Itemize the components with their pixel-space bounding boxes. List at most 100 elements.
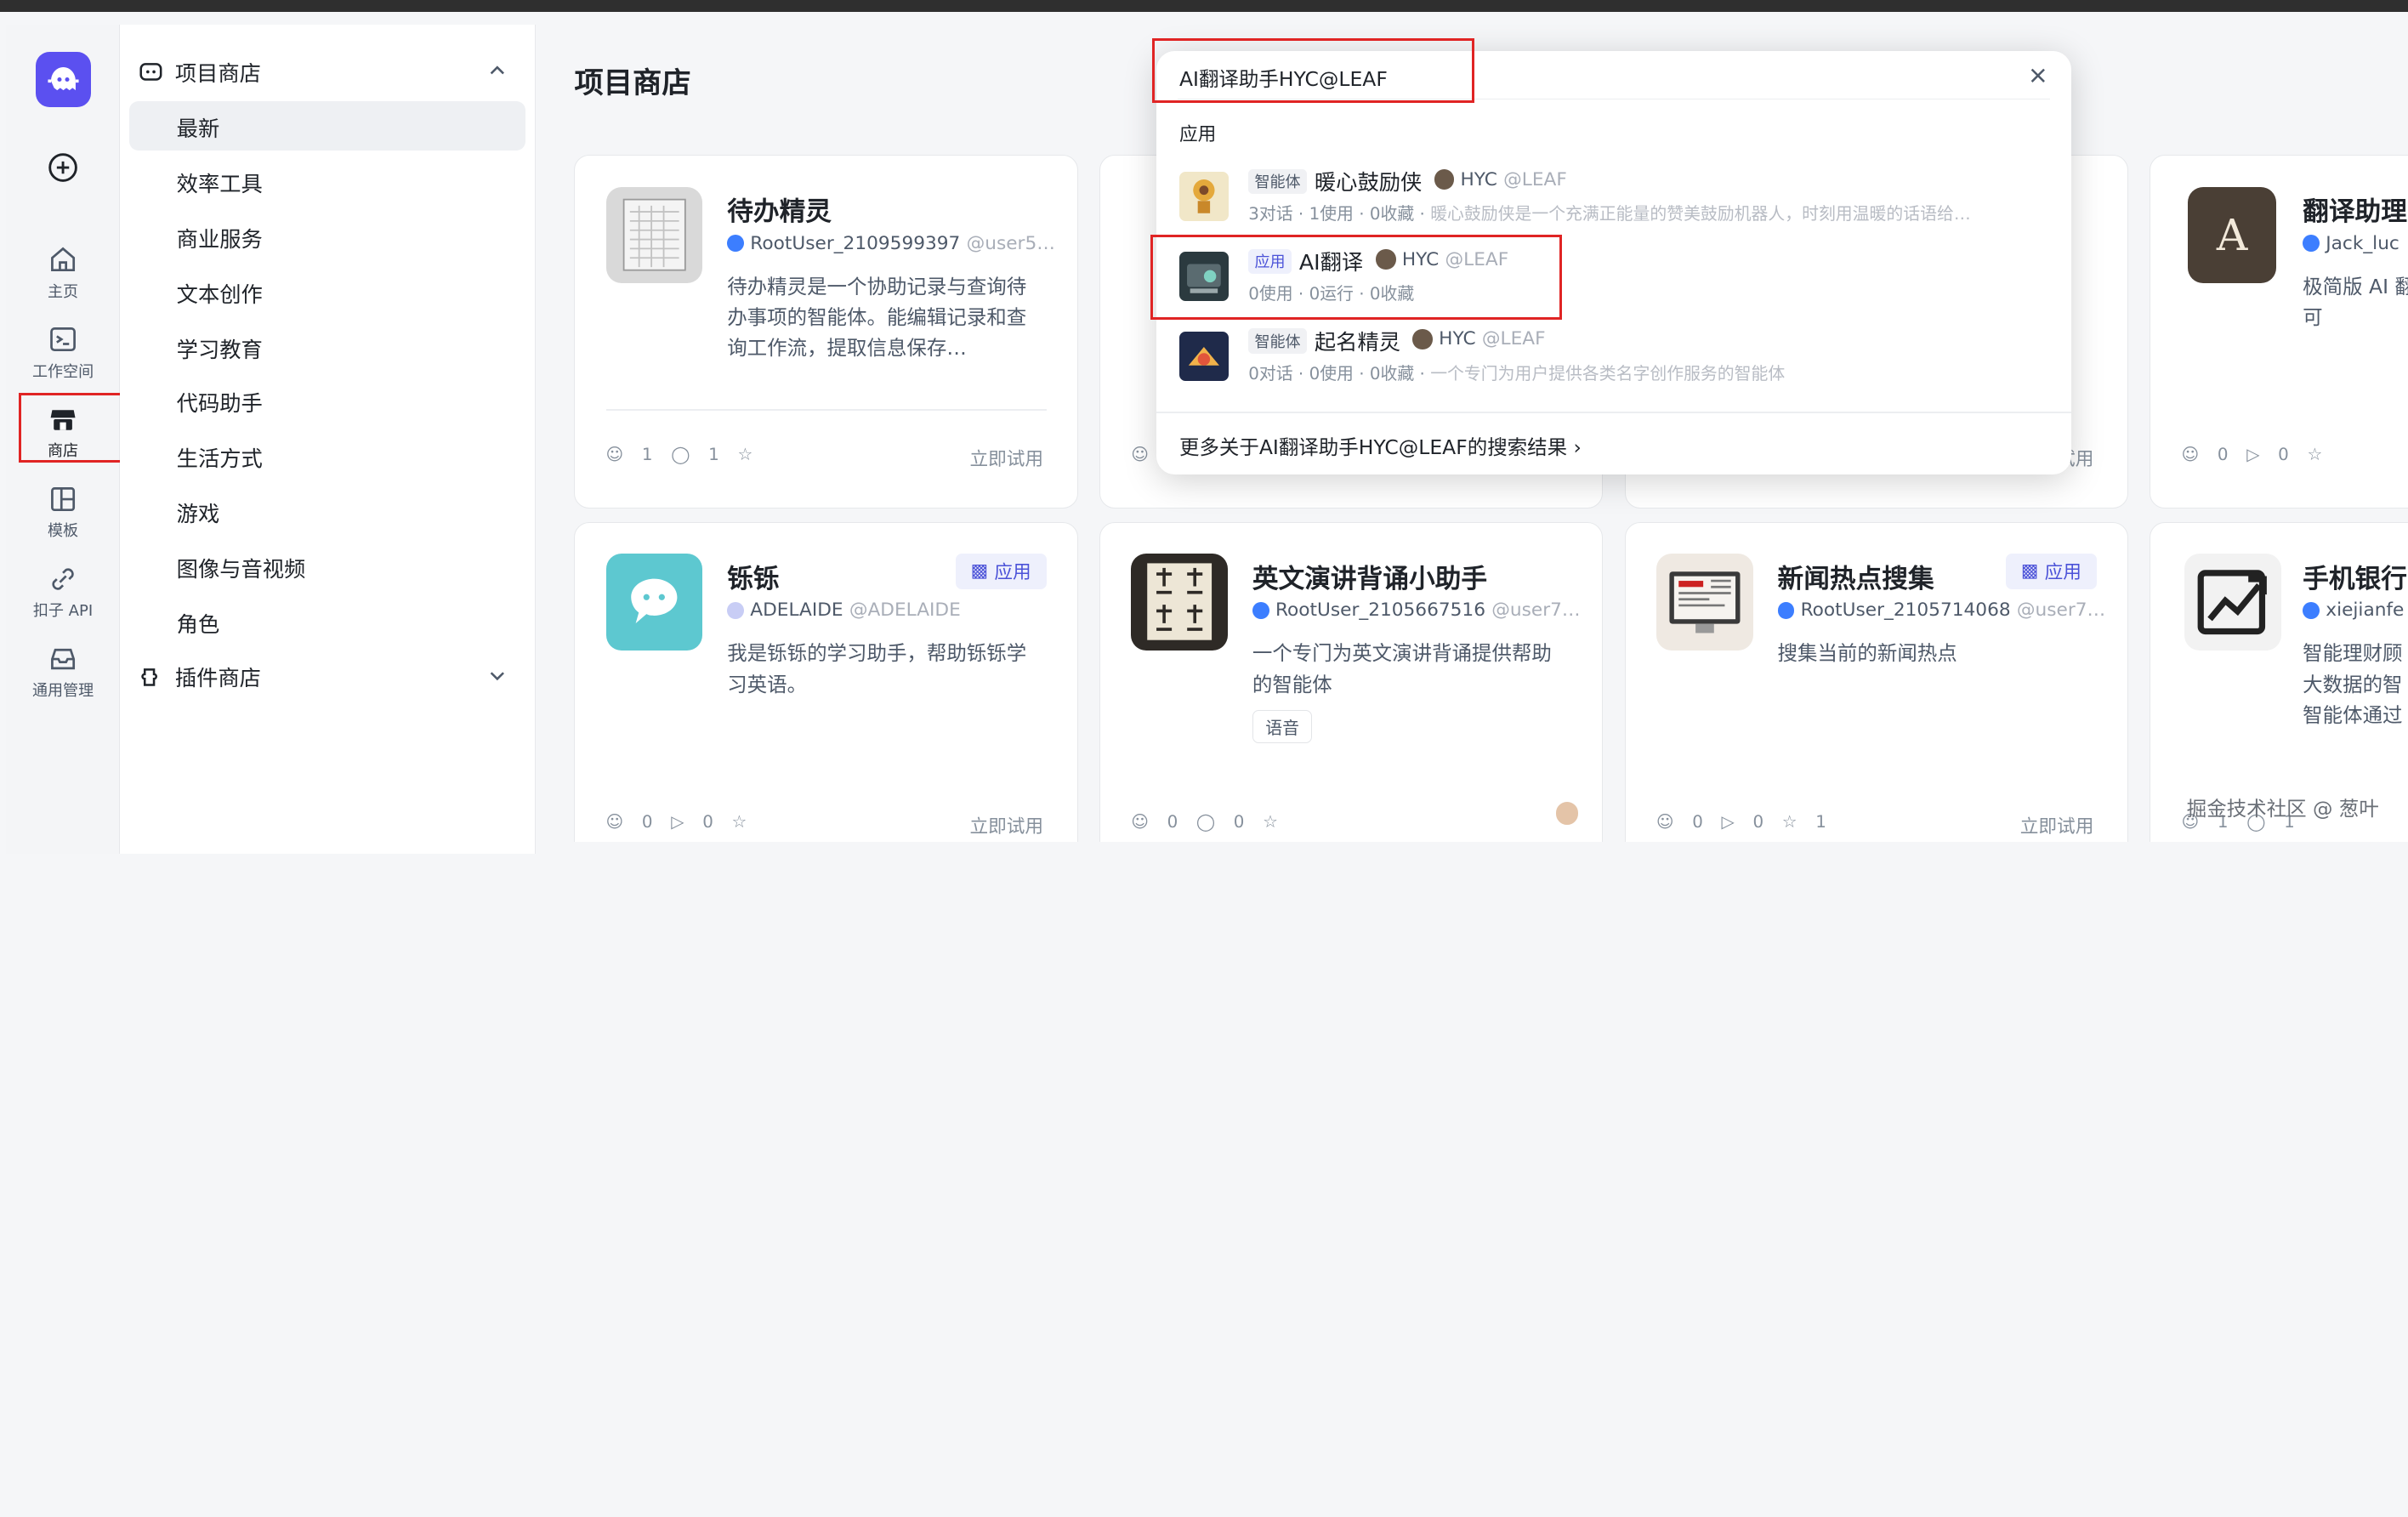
verified-icon — [1252, 601, 1269, 619]
try-button[interactable]: 立即试用 — [969, 445, 1043, 471]
star-icon[interactable]: ☆ — [737, 445, 752, 464]
card-author: RootUser_2109599397 @user5… — [727, 233, 1055, 254]
app-logo[interactable] — [35, 52, 91, 108]
nav-item-education[interactable]: 学习教育 — [177, 333, 263, 364]
link-icon — [52, 568, 74, 590]
users-icon: ☺ — [1131, 811, 1149, 832]
bot-icon — [139, 63, 162, 82]
card-author: xiejianfe — [2303, 599, 2404, 621]
card-name: 铄铄 — [727, 564, 780, 594]
app-badge: ▩ 应用 — [2005, 554, 2097, 589]
card-name: 翻译助理 — [2303, 197, 2407, 228]
rail-item-admin[interactable]: 通用管理 — [6, 644, 120, 711]
try-button[interactable]: 立即试用 — [969, 812, 1043, 838]
users-icon: ☺ — [1131, 444, 1149, 464]
section-label-apps: 应用 — [1178, 123, 1217, 145]
nav-item-business[interactable]: 商业服务 — [177, 223, 263, 253]
divider — [605, 409, 1047, 412]
window-top-bar — [0, 0, 2408, 13]
nav-item-efficiency[interactable]: 效率工具 — [177, 168, 263, 198]
card-author: ADELAIDE @ADELAIDE — [727, 599, 961, 621]
card-thumbnail — [1656, 554, 1753, 651]
plugin-icon — [140, 668, 157, 686]
card-stats: ☺ — [1131, 445, 1149, 464]
project-card[interactable]: A 翻译助理 Jack_luc 极简版 AI 翻译语言 2. 可 ☺0 ▷0 ☆ — [2150, 155, 2408, 509]
card-name: 英文演讲背诵小助手 — [1252, 564, 1488, 594]
rail-item-home[interactable]: 主页 — [6, 244, 120, 311]
card-description: 搜集当前的新闻热点 — [1777, 641, 1957, 666]
project-card[interactable]: 待办精灵 RootUser_2109599397 @user5… 待办精灵是一个协… — [574, 155, 1078, 509]
page-title: 项目商店 — [574, 65, 691, 100]
highlight-result-box — [1150, 235, 1562, 320]
card-description: 一个专门为英文演讲背诵提供帮助的智能体 — [1252, 641, 1552, 696]
chevron-down-icon[interactable] — [488, 667, 507, 685]
star-icon[interactable]: ☆ — [1782, 812, 1797, 832]
avatar — [727, 601, 745, 619]
verified-icon — [1777, 601, 1795, 619]
template-icon — [51, 486, 76, 511]
avatar — [1412, 329, 1433, 349]
rail-item-api[interactable]: 扣子 API — [6, 564, 120, 631]
rail-item-template[interactable]: 模板 — [6, 484, 120, 551]
nav-item-writing[interactable]: 文本创作 — [177, 278, 263, 309]
search-result[interactable]: 智能体 暖心鼓励侠 HYC @LEAF 3对话 · 1使用 · 0收藏 · 暖心鼓… — [1178, 168, 2052, 232]
rail-item-workspace[interactable]: 工作空间 — [6, 324, 120, 391]
result-name: 起名精灵 — [1314, 329, 1400, 355]
chevron-up-icon[interactable] — [488, 61, 507, 80]
more-results-link[interactable]: 更多关于AI翻译助手HYC@LEAF的搜索结果 › — [1179, 431, 1582, 460]
card-author: RootUser_2105714068 @user7… — [1777, 599, 2105, 621]
creator-avatar[interactable] — [1553, 799, 1582, 827]
ghost-logo-icon — [47, 67, 79, 91]
avatar — [1434, 169, 1455, 190]
project-card[interactable]: 新闻热点搜集 ▩ 应用 RootUser_2105714068 @user7… 搜集… — [1624, 522, 2129, 842]
play-icon: ▷ — [2246, 444, 2260, 464]
star-icon[interactable]: ☆ — [2307, 445, 2322, 464]
nav-item-roles[interactable]: 角色 — [177, 608, 220, 639]
app-badge: ▩ 应用 — [955, 554, 1047, 589]
card-name: 手机银行 — [2303, 564, 2407, 594]
divider — [1156, 412, 2072, 413]
star-icon[interactable]: ☆ — [732, 812, 747, 832]
app-icon: ▩ — [970, 560, 989, 582]
inbox-icon — [51, 648, 76, 669]
nav-section-project-store[interactable]: 项目商店 — [139, 57, 261, 88]
verified-icon — [2303, 235, 2320, 253]
nav-item-latest[interactable]: 最新 — [177, 112, 220, 143]
result-name: 暖心鼓励侠 — [1314, 170, 1423, 196]
close-icon[interactable] — [2029, 66, 2047, 85]
result-meta: 0对话 · 0使用 · 0收藏 · 一个专门为用户提供各类名字创作服务的智能体 — [1248, 363, 1786, 384]
card-thumbnail — [605, 554, 703, 651]
nav-item-lifestyle[interactable]: 生活方式 — [177, 442, 263, 473]
highlight-search-box — [1151, 38, 1474, 103]
users-icon: ☺ — [1656, 811, 1674, 832]
play-icon: ▷ — [671, 811, 684, 832]
project-card[interactable]: 英文演讲背诵小助手 RootUser_2105667516 @user7… 一个专… — [1099, 522, 1604, 842]
nav-item-games[interactable]: 游戏 — [177, 497, 220, 528]
verified-icon — [727, 235, 745, 253]
search-result[interactable]: 智能体 起名精灵 HYC @LEAF 0对话 · 0使用 · 0收藏 · 一个专门… — [1178, 327, 2052, 392]
card-description: 极简版 AI 翻译语言 2. 可 — [2303, 274, 2408, 329]
try-button[interactable]: 立即试用 — [2020, 812, 2094, 838]
result-author: HYC @LEAF — [1412, 328, 1546, 349]
chevron-right-icon: › — [1573, 435, 1582, 460]
star-icon[interactable]: ☆ — [1263, 812, 1278, 832]
nav-section-plugin-store[interactable]: 插件商店 — [139, 662, 261, 692]
create-plus-icon[interactable] — [48, 152, 78, 183]
card-author: RootUser_2105667516 @user7… — [1252, 599, 1581, 621]
verified-icon — [2303, 601, 2320, 619]
nav-item-code[interactable]: 代码助手 — [177, 387, 263, 418]
card-name: 新闻热点搜集 — [1777, 564, 1934, 594]
terminal-icon — [50, 327, 76, 352]
result-thumbnail — [1178, 332, 1229, 381]
type-tag: 智能体 — [1248, 328, 1307, 355]
project-card[interactable]: 铄铄 ▩ 应用 ADELAIDE @ADELAIDE 我是铄铄的学习助手，帮助铄铄学… — [574, 522, 1078, 842]
card-stats: ☺ 0 ▷ 0 ☆ — [605, 811, 747, 832]
nav-item-media[interactable]: 图像与音视频 — [177, 553, 306, 583]
card-thumbnail — [605, 186, 703, 284]
card-thumbnail — [2184, 554, 2281, 651]
category-nav: 项目商店 最新 效率工具 商业服务 文本创作 学习教育 代码助手 生活方式 游戏… — [119, 24, 537, 855]
card-thumbnail — [1131, 554, 1228, 651]
card-stats: ☺ 0 ◯ 0 ☆ — [1131, 811, 1278, 832]
card-description: 待办精灵是一个协助记录与查询待办事项的智能体。能编辑记录和查询工作流，提取信息保… — [727, 274, 1027, 361]
play-icon: ▷ — [1721, 811, 1735, 832]
